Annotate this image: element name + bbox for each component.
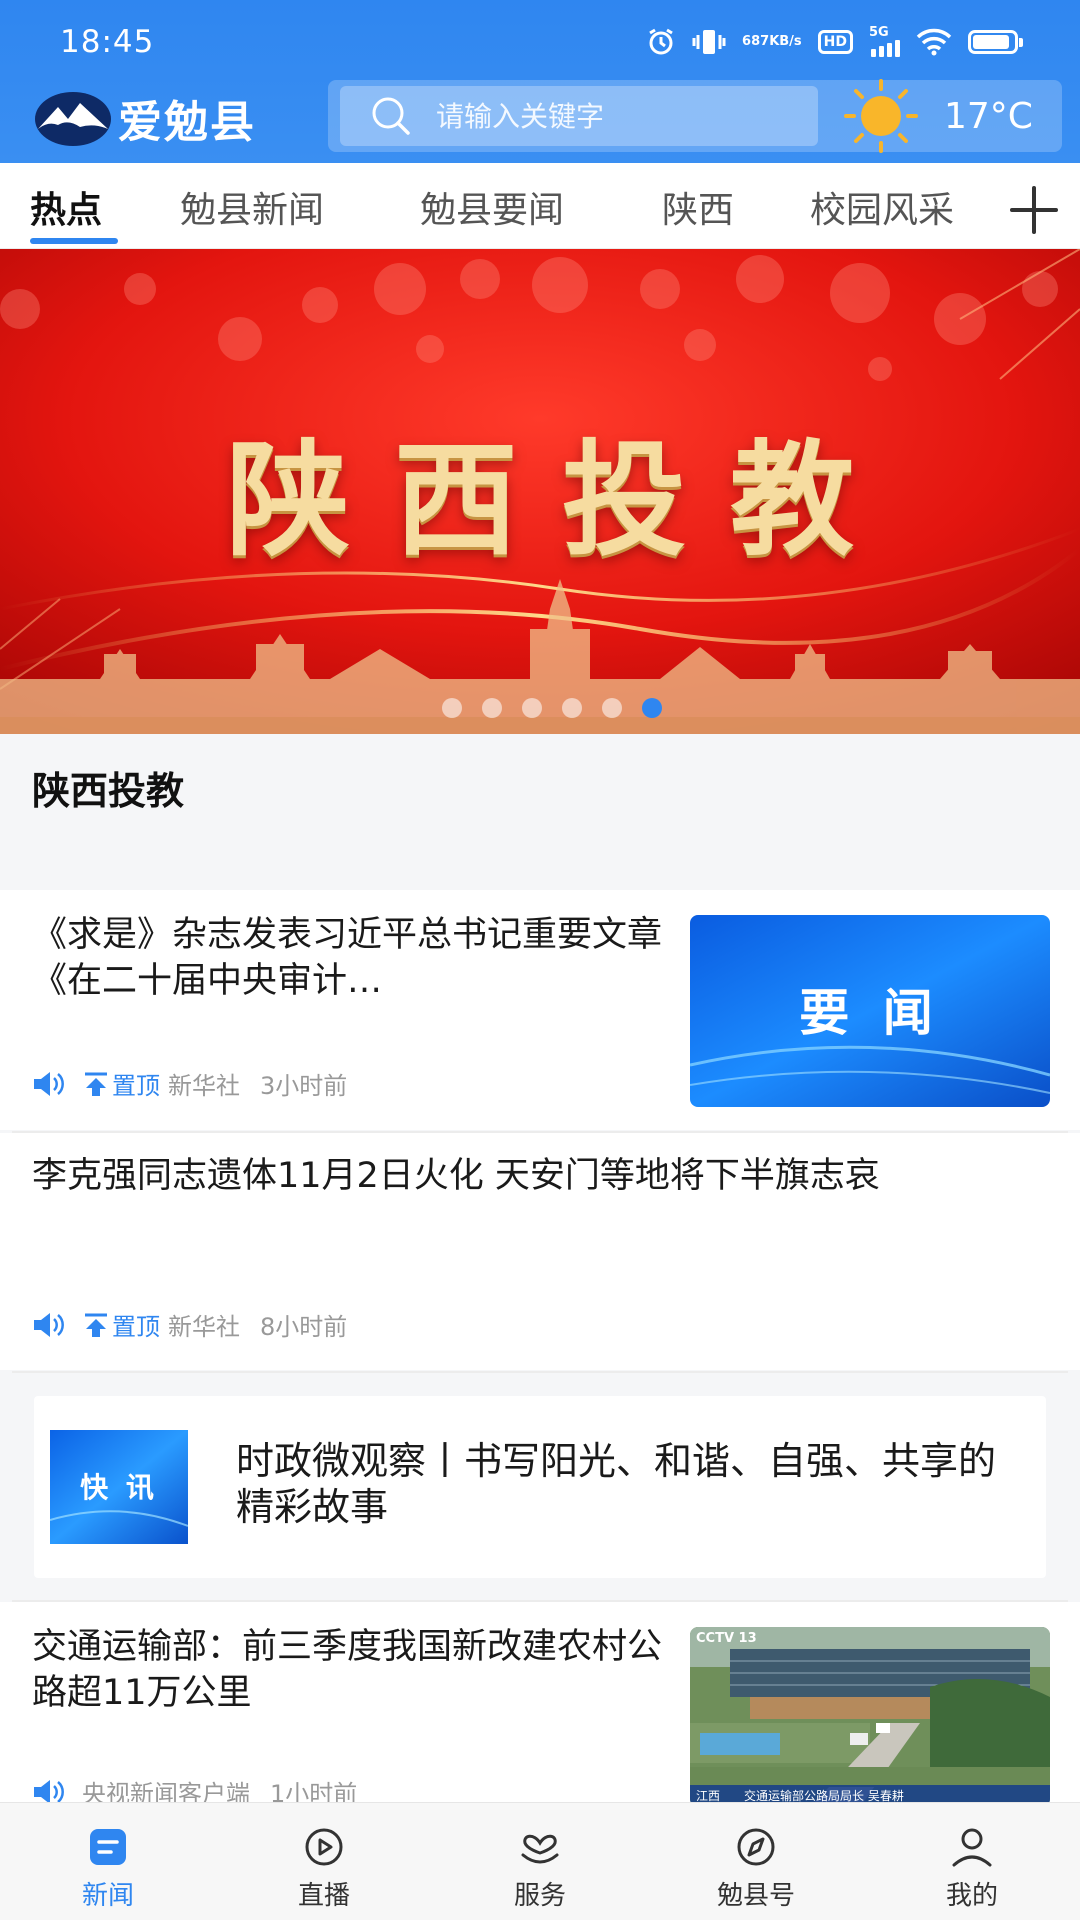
search-input[interactable] bbox=[436, 99, 796, 133]
flash-thumbnail-label: 快 讯 bbox=[80, 1471, 158, 1504]
status-bar: 18:45 687 KB/s HD 5G bbox=[0, 0, 1080, 80]
flash-news-headline[interactable]: 时政微观察丨书写阳光、和谐、自强、共享的精彩故事 bbox=[236, 1438, 1016, 1530]
news-thumbnail[interactable]: CCTV 13 江西 交通运输部公路局局长 吴春耕 bbox=[690, 1627, 1050, 1802]
temperature: 17°C bbox=[944, 95, 1033, 137]
nav-label: 勉县号 bbox=[716, 1881, 795, 1911]
vibrate-icon bbox=[692, 27, 726, 57]
tab-mianxian-headlines[interactable]: 勉县要闻 bbox=[420, 181, 564, 233]
pin-top-icon bbox=[85, 1313, 107, 1337]
tab-campus[interactable]: 校园风采 bbox=[810, 181, 954, 233]
divider bbox=[12, 1371, 1068, 1373]
nav-news[interactable]: 新闻 bbox=[38, 1827, 178, 1912]
news-source: 新华社 bbox=[168, 1313, 240, 1341]
status-time: 18:45 bbox=[60, 24, 155, 60]
add-channel-icon[interactable] bbox=[1008, 184, 1060, 236]
nav-live[interactable]: 直播 bbox=[254, 1827, 394, 1912]
mountain-logo-icon bbox=[35, 92, 111, 146]
bottom-navigation: 新闻 直播 服务 勉县号 我的 bbox=[0, 1802, 1080, 1920]
carousel-dot[interactable] bbox=[442, 698, 462, 718]
news-icon bbox=[90, 1829, 126, 1865]
thumbnail-label: 要 闻 bbox=[799, 984, 941, 1042]
flash-news-thumbnail: 快 讯 bbox=[49, 1430, 189, 1544]
search-icon bbox=[372, 97, 410, 135]
pinned-badge: 置顶 bbox=[82, 1066, 160, 1101]
network-speed-unit: KB/s bbox=[769, 34, 802, 49]
news-item[interactable]: 交通运输部：前三季度我国新改建农村公路超11万公里 央视新闻客户端 1小时前 C… bbox=[0, 1602, 1080, 1802]
news-time: 3小时前 bbox=[260, 1072, 348, 1100]
tab-shaanxi[interactable]: 陕西 bbox=[662, 181, 734, 233]
app-logo[interactable]: 爱勉县 bbox=[34, 86, 256, 150]
carousel-dot[interactable] bbox=[602, 698, 622, 718]
news-item[interactable]: 《求是》杂志发表习近平总书记重要文章《在二十届中央审计… 置顶 新华社 3小时前 bbox=[0, 890, 1080, 1130]
news-headline[interactable]: 李克强同志遗体11月2日火化 天安门等地将下半旗志哀 bbox=[32, 1153, 1042, 1199]
nav-mianxian-account[interactable]: 勉县号 bbox=[686, 1827, 826, 1912]
search-field[interactable] bbox=[340, 86, 818, 146]
carousel-dot[interactable] bbox=[522, 698, 542, 718]
news-headline[interactable]: 交通运输部：前三季度我国新改建农村公路超11万公里 bbox=[32, 1624, 672, 1716]
wifi-icon bbox=[916, 28, 952, 56]
nav-mine[interactable]: 我的 bbox=[902, 1827, 1042, 1912]
nav-label: 我的 bbox=[945, 1881, 998, 1911]
news-item[interactable]: 李克强同志遗体11月2日火化 天安门等地将下半旗志哀 置顶 新华社 8小时前 bbox=[0, 1133, 1080, 1370]
news-thumbnail[interactable]: 要 闻 bbox=[690, 915, 1050, 1107]
nav-label: 直播 bbox=[297, 1881, 350, 1911]
news-headline[interactable]: 《求是》杂志发表习近平总书记重要文章《在二十届中央审计… bbox=[32, 912, 672, 1004]
tv-channel-logo: CCTV 13 bbox=[696, 1631, 757, 1646]
news-source: 央视新闻客户端 bbox=[82, 1780, 250, 1802]
banner-caption-area: 陕西投教 bbox=[0, 734, 1080, 890]
news-meta: 央视新闻客户端 1小时前 bbox=[32, 1774, 357, 1802]
weather-widget[interactable]: 17°C bbox=[822, 79, 1062, 153]
battery-icon bbox=[968, 30, 1023, 54]
pinned-badge: 置顶 bbox=[82, 1307, 160, 1342]
nav-service[interactable]: 服务 bbox=[470, 1827, 610, 1912]
network-speed-value: 687 bbox=[742, 34, 770, 49]
carousel-dot-active[interactable] bbox=[642, 698, 662, 718]
carousel-dot[interactable] bbox=[482, 698, 502, 718]
search-bar[interactable]: 17°C bbox=[328, 79, 1062, 153]
banner-carousel[interactable]: 陕西投教 bbox=[0, 249, 1080, 734]
speaker-icon[interactable] bbox=[32, 1070, 64, 1098]
tab-mianxian-news[interactable]: 勉县新闻 bbox=[180, 181, 324, 233]
news-source: 新华社 bbox=[168, 1072, 240, 1100]
pinned-label: 置顶 bbox=[112, 1313, 160, 1341]
news-meta: 置顶 新华社 3小时前 bbox=[32, 1066, 347, 1101]
carousel-dots bbox=[442, 698, 662, 718]
rural-road-photo bbox=[690, 1627, 1050, 1802]
carousel-dot[interactable] bbox=[562, 698, 582, 718]
news-time: 1小时前 bbox=[270, 1780, 358, 1802]
service-icon bbox=[521, 1834, 559, 1864]
pin-top-icon bbox=[85, 1072, 107, 1096]
speaker-icon[interactable] bbox=[32, 1311, 64, 1339]
nav-label: 新闻 bbox=[81, 1881, 134, 1911]
news-time: 8小时前 bbox=[260, 1313, 348, 1341]
cellular-signal-icon: 5G bbox=[869, 25, 900, 57]
compass-icon bbox=[737, 1828, 775, 1866]
banner-caption[interactable]: 陕西投教 bbox=[32, 760, 184, 815]
hd-badge: HD bbox=[817, 30, 853, 54]
video-caption-bar: 江西 交通运输部公路局局长 吴春耕 bbox=[690, 1785, 1050, 1802]
tab-hot[interactable]: 热点 bbox=[30, 181, 102, 233]
news-meta: 置顶 新华社 8小时前 bbox=[32, 1307, 347, 1342]
network-speed: 687 KB/s bbox=[742, 35, 802, 49]
app-header: 18:45 687 KB/s HD 5G 爱勉县 请输入关键字 17°C bbox=[0, 0, 1080, 163]
network-type-label: 5G bbox=[869, 25, 889, 40]
sun-icon bbox=[844, 79, 918, 153]
flash-news-card[interactable]: 快 讯 时政微观察丨书写阳光、和谐、自强、共享的精彩故事 bbox=[34, 1396, 1046, 1578]
banner-title: 陕西投教 bbox=[225, 428, 898, 573]
nav-label: 服务 bbox=[513, 1881, 566, 1911]
alarm-icon bbox=[646, 27, 676, 57]
active-tab-indicator bbox=[30, 238, 118, 244]
channel-tabs: 热点 勉县新闻 勉县要闻 陕西 校园风采 bbox=[0, 163, 1080, 249]
play-icon bbox=[305, 1828, 343, 1866]
app-name: 爱勉县 bbox=[118, 97, 256, 148]
speaker-icon[interactable] bbox=[32, 1778, 64, 1803]
status-icons: 687 KB/s HD 5G bbox=[646, 22, 1023, 62]
pinned-label: 置顶 bbox=[112, 1072, 160, 1100]
user-icon bbox=[952, 1828, 992, 1867]
